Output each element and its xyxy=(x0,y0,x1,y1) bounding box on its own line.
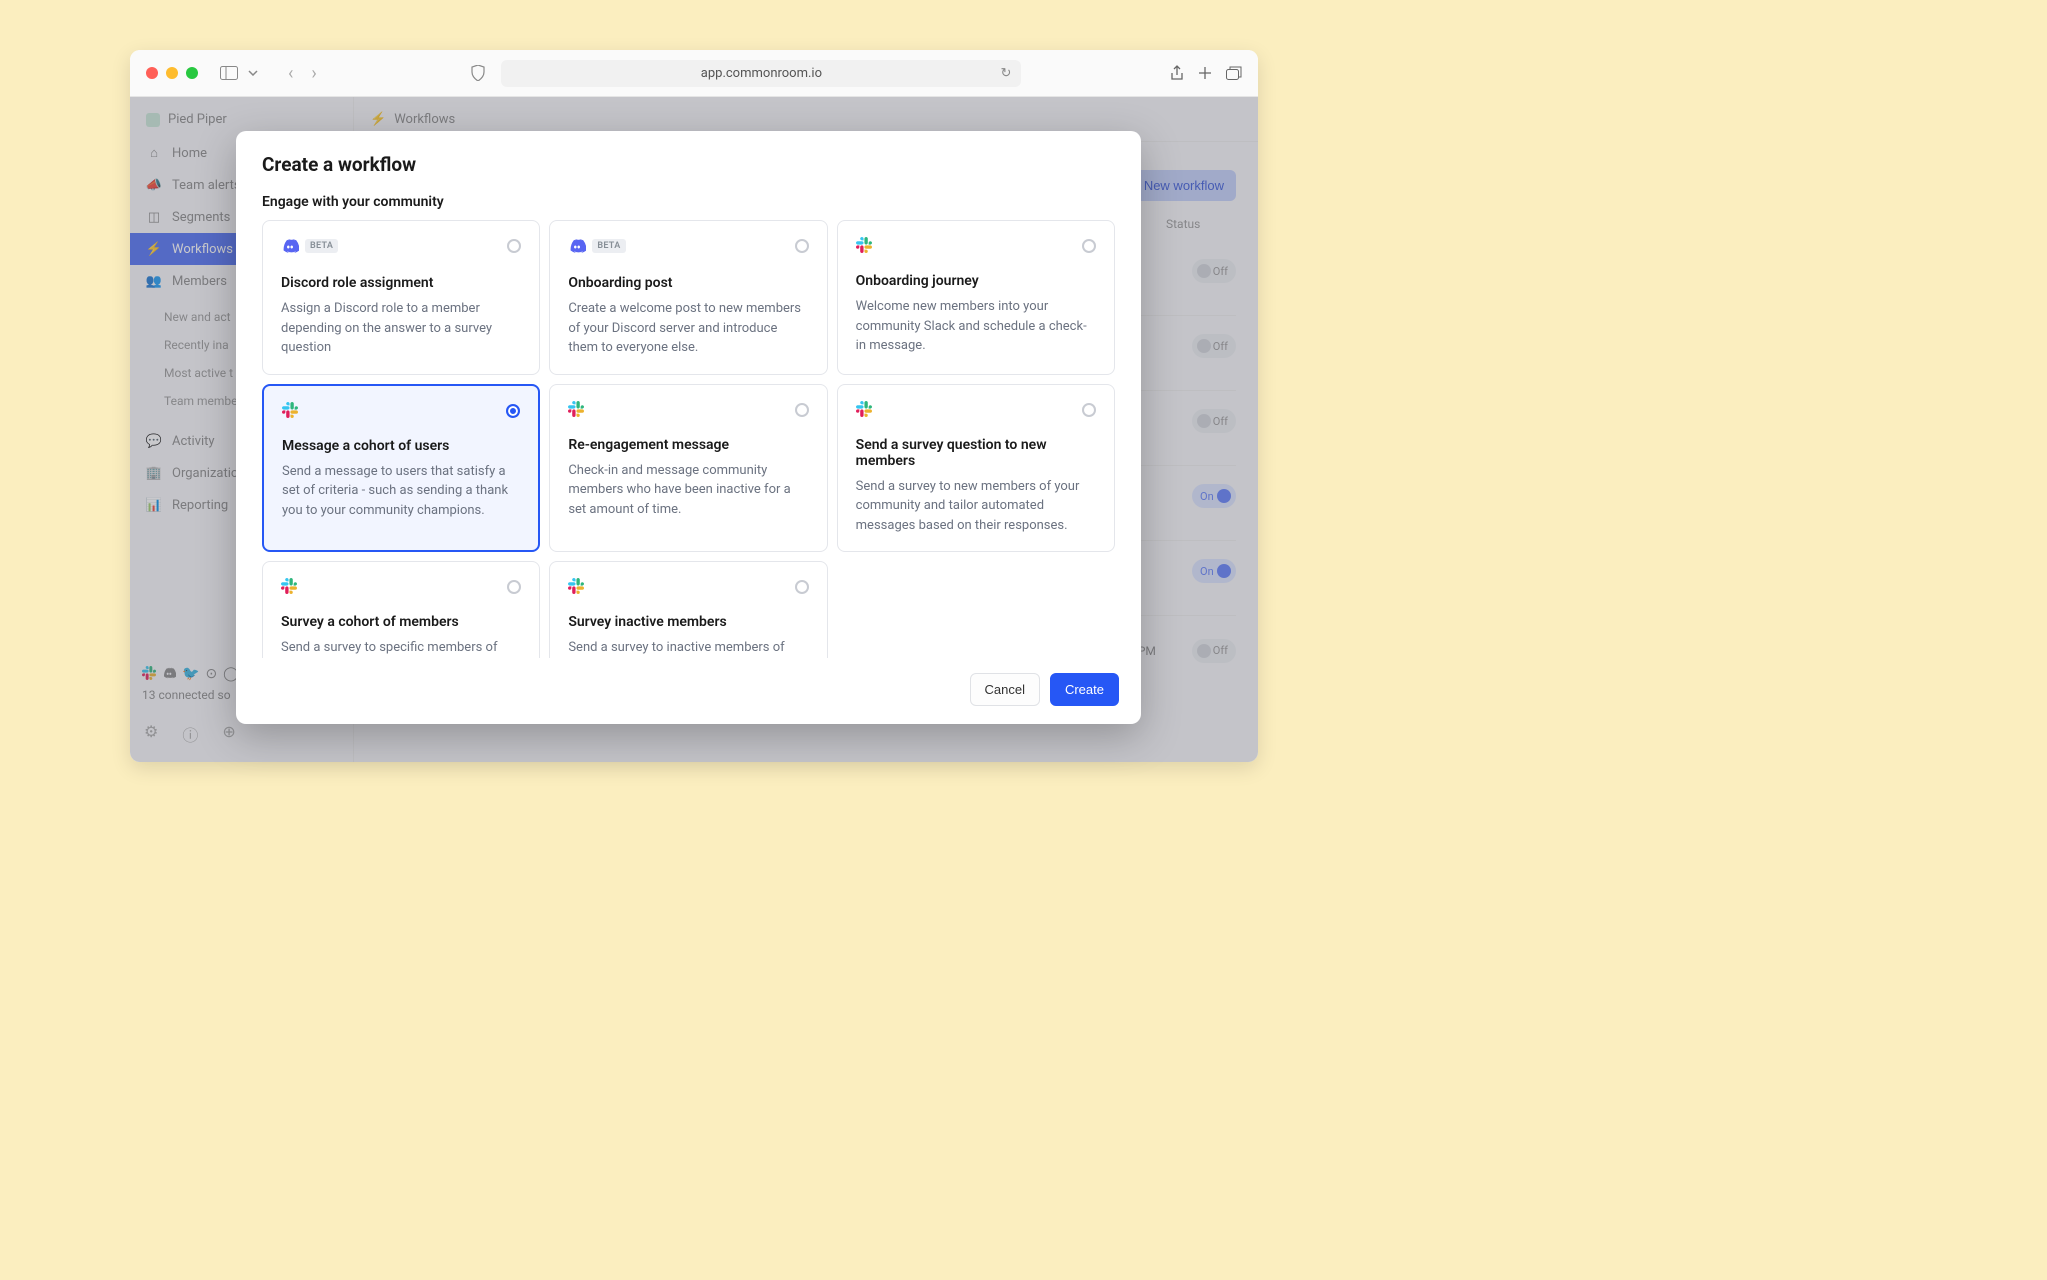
slack-icon xyxy=(568,401,584,417)
radio-icon[interactable] xyxy=(506,404,520,418)
workflow-template-card[interactable]: BETA Onboarding post Create a welcome post… xyxy=(549,220,827,375)
card-title: Message a cohort of users xyxy=(282,438,520,454)
chevron-down-icon[interactable] xyxy=(248,70,258,76)
workflow-template-card[interactable]: Survey a cohort of members Send a survey … xyxy=(262,561,540,658)
create-button[interactable]: Create xyxy=(1050,673,1119,706)
slack-icon xyxy=(856,237,872,253)
modal-title: Create a workflow xyxy=(262,153,1115,176)
radio-icon[interactable] xyxy=(795,403,809,417)
reload-icon[interactable]: ↻ xyxy=(1001,66,1012,81)
close-window-icon[interactable] xyxy=(146,67,158,79)
workflow-template-card[interactable]: Message a cohort of users Send a message … xyxy=(262,384,540,553)
card-title: Send a survey question to new members xyxy=(856,437,1096,469)
workflow-template-card[interactable]: Onboarding journey Welcome new members in… xyxy=(837,220,1115,375)
card-description: Create a welcome post to new members of … xyxy=(568,299,808,358)
browser-chrome: ‹ › app.commonroom.io ↻ xyxy=(130,50,1258,97)
workflow-template-card[interactable]: Survey inactive members Send a survey to … xyxy=(549,561,827,658)
card-description: Send a survey to inactive members of you… xyxy=(568,638,808,658)
traffic-lights xyxy=(146,67,198,79)
forward-button[interactable]: › xyxy=(305,61,322,86)
card-title: Onboarding post xyxy=(568,275,808,291)
cancel-button[interactable]: Cancel xyxy=(970,673,1040,706)
card-description: Send a survey to new members of your com… xyxy=(856,477,1096,536)
sidebar-toggle-icon[interactable] xyxy=(220,66,238,80)
slack-icon xyxy=(568,578,584,594)
slack-icon xyxy=(856,401,872,417)
tabs-icon[interactable] xyxy=(1226,65,1242,81)
maximize-window-icon[interactable] xyxy=(186,67,198,79)
url-bar[interactable]: app.commonroom.io ↻ xyxy=(501,60,1021,87)
share-icon[interactable] xyxy=(1170,65,1184,81)
new-tab-icon[interactable] xyxy=(1198,65,1212,81)
beta-badge: BETA xyxy=(305,239,338,253)
card-description: Send a survey to specific members of you… xyxy=(281,638,521,658)
discord-icon xyxy=(281,237,299,255)
radio-icon[interactable] xyxy=(795,580,809,594)
radio-icon[interactable] xyxy=(1082,403,1096,417)
create-workflow-modal: Create a workflow Engage with your commu… xyxy=(236,131,1141,724)
slack-icon xyxy=(282,402,298,418)
workflow-template-card[interactable]: Re-engagement message Check-in and messag… xyxy=(549,384,827,553)
minimize-window-icon[interactable] xyxy=(166,67,178,79)
card-description: Send a message to users that satisfy a s… xyxy=(282,462,520,521)
back-button[interactable]: ‹ xyxy=(282,61,299,86)
card-title: Discord role assignment xyxy=(281,275,521,291)
privacy-shield-icon[interactable] xyxy=(471,65,485,81)
card-description: Check-in and message community members w… xyxy=(568,461,808,520)
slack-icon xyxy=(281,578,297,594)
radio-icon[interactable] xyxy=(795,239,809,253)
modal-section-heading: Engage with your community xyxy=(236,180,1141,220)
card-title: Survey inactive members xyxy=(568,614,808,630)
beta-badge: BETA xyxy=(592,239,625,253)
radio-icon[interactable] xyxy=(1082,239,1096,253)
workflow-template-card[interactable]: Send a survey question to new members Sen… xyxy=(837,384,1115,553)
url-text: app.commonroom.io xyxy=(701,66,822,81)
card-title: Survey a cohort of members xyxy=(281,614,521,630)
card-title: Onboarding journey xyxy=(856,273,1096,289)
card-title: Re-engagement message xyxy=(568,437,808,453)
card-description: Assign a Discord role to a member depend… xyxy=(281,299,521,358)
discord-icon xyxy=(568,237,586,255)
workflow-template-card[interactable]: BETA Discord role assignment Assign a Disc… xyxy=(262,220,540,375)
card-description: Welcome new members into your community … xyxy=(856,297,1096,356)
modal-scroll-area[interactable]: BETA Discord role assignment Assign a Disc… xyxy=(262,220,1135,658)
